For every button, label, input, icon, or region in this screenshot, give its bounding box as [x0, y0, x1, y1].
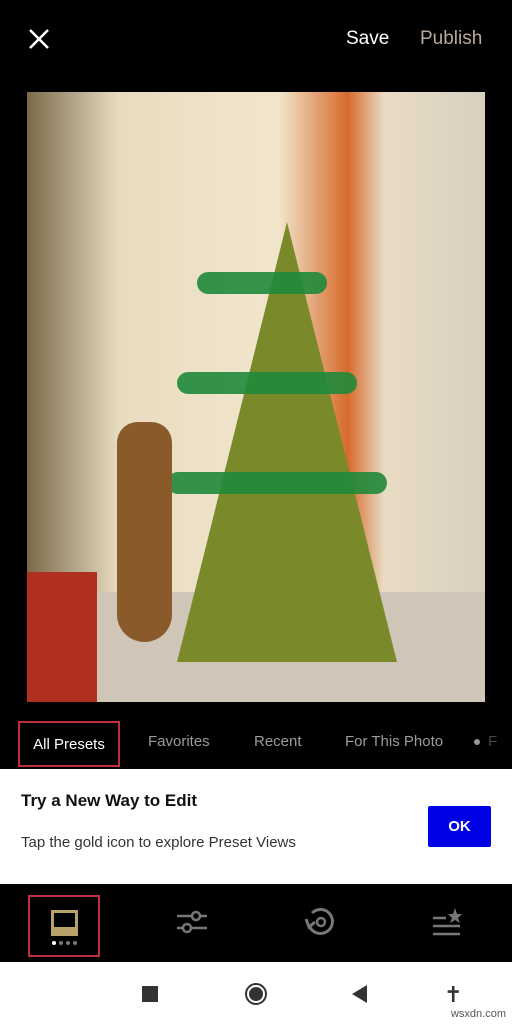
system-nav-bar: ✝ wsxdn.com [0, 962, 512, 1024]
preset-tabs: All Presets Favorites Recent For This Ph… [0, 720, 512, 767]
photo-garland [197, 272, 327, 294]
ok-button[interactable]: OK [428, 806, 491, 847]
watermark: wsxdn.com [450, 1008, 506, 1020]
accessibility-icon[interactable]: ✝ [444, 982, 462, 1008]
photo-garland [167, 472, 387, 494]
tab-favorites[interactable]: Favorites [148, 733, 210, 750]
home-icon[interactable] [245, 983, 267, 1005]
favorites-list-icon[interactable] [432, 908, 462, 938]
photo-garland [177, 372, 357, 394]
tab-for-this-photo[interactable]: For This Photo [345, 733, 443, 750]
tab-all-presets[interactable]: All Presets [18, 721, 120, 767]
presets-icon [51, 910, 78, 945]
back-icon[interactable] [352, 985, 367, 1003]
history-icon[interactable] [303, 905, 337, 939]
photo-cushion [27, 572, 97, 702]
close-icon[interactable] [26, 26, 52, 52]
presets-button[interactable] [28, 895, 100, 957]
adjust-sliders-icon[interactable] [176, 908, 208, 936]
new-indicator-dot [474, 739, 480, 745]
tab-recent[interactable]: Recent [254, 733, 302, 750]
edit-toolbar [0, 884, 512, 962]
photo-preview [27, 92, 485, 702]
tip-banner: Try a New Way to Edit Tap the gold icon … [0, 769, 512, 884]
recent-apps-icon[interactable] [142, 986, 158, 1002]
photo-guitar [117, 422, 172, 642]
publish-button[interactable]: Publish [420, 28, 482, 50]
tab-partial[interactable]: F [488, 733, 497, 750]
save-button[interactable]: Save [346, 28, 389, 50]
tip-text: Tap the gold icon to explore Preset View… [21, 834, 296, 851]
tip-title: Try a New Way to Edit [21, 791, 198, 810]
